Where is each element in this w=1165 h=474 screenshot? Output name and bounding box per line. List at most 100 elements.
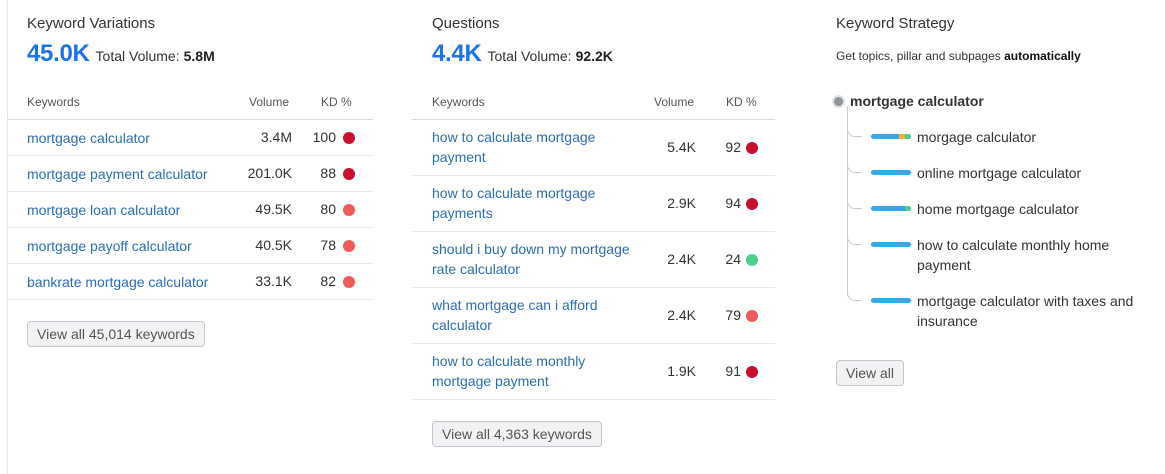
volume-value: 2.9K: [667, 195, 696, 211]
table-row: mortgage loan calculator 49.5K 80: [7, 192, 373, 228]
volume-value: 2.4K: [667, 307, 696, 323]
view-all-keywords-button[interactable]: View all 45,014 keywords: [27, 321, 205, 347]
volume-value: 2.4K: [667, 251, 696, 267]
strategy-subtitle: Get topics, pillar and subpages automati…: [836, 49, 1081, 63]
keyword-link[interactable]: should i buy down my mortgage rate calcu…: [432, 239, 632, 279]
table-row: mortgage payment calculator 201.0K 88: [7, 156, 373, 192]
kd-difficulty-dot: [343, 204, 355, 216]
panel-title: Keyword Variations: [27, 15, 156, 32]
kd-value: 91: [725, 363, 741, 379]
kd-difficulty-dot: [746, 366, 758, 378]
table-row: what mortgage can i afford calculator 2.4…: [412, 288, 775, 344]
total-volume-value: 5.8M: [183, 48, 215, 64]
total-volume-label: Total Volume:: [487, 48, 572, 64]
table-row: mortgage payoff calculator 40.5K 78: [7, 228, 373, 264]
subpage-item[interactable]: morgage calculator: [871, 127, 1157, 147]
subpage-label: how to calculate monthly home payment: [917, 237, 1110, 273]
subtitle-bold: automatically: [1004, 49, 1081, 63]
volume-summary: 45.0K Total Volume: 5.8M: [27, 40, 215, 68]
volume-value: 3.4M: [260, 129, 292, 145]
kd-difficulty-dot: [746, 198, 758, 210]
intent-bar: [871, 242, 911, 247]
total-volume-value: 92.2K: [575, 48, 613, 64]
keyword-count[interactable]: 45.0K: [27, 40, 90, 68]
volume-value: 49.5K: [255, 201, 292, 217]
intent-bar: [871, 170, 911, 175]
tree-branch: [847, 124, 862, 137]
kd-value: 78: [320, 237, 336, 253]
panel-title: Keyword Strategy: [836, 15, 955, 32]
kd-value: 82: [320, 273, 336, 289]
kd-difficulty-dot: [746, 310, 758, 322]
kd-value: 79: [725, 307, 741, 323]
volume-value: 40.5K: [255, 237, 292, 253]
tree-branch: [847, 232, 862, 245]
kd-value: 94: [725, 195, 741, 211]
subpage-label: mortgage calculator with taxes and insur…: [917, 293, 1134, 329]
intent-bar: [871, 298, 911, 303]
subpage-label: morgage calculator: [917, 129, 1037, 145]
table-header: Keywords Volume KD %: [432, 95, 775, 111]
keyword-link[interactable]: mortgage loan calculator: [27, 200, 237, 220]
keyword-link[interactable]: how to calculate mortgage payments: [432, 183, 632, 223]
subpage-label: home mortgage calculator: [917, 201, 1079, 217]
table-row: how to calculate monthly mortgage paymen…: [412, 344, 775, 400]
column-kd: KD %: [321, 95, 352, 109]
kd-value: 80: [320, 201, 336, 217]
volume-value: 5.4K: [667, 139, 696, 155]
volume-value: 1.9K: [667, 363, 696, 379]
keyword-link[interactable]: what mortgage can i afford calculator: [432, 295, 632, 335]
column-keywords: Keywords: [432, 95, 485, 109]
kd-value: 92: [725, 139, 741, 155]
keyword-link[interactable]: how to calculate monthly mortgage paymen…: [432, 351, 632, 391]
kd-value: 100: [312, 129, 336, 145]
view-all-questions-button[interactable]: View all 4,363 keywords: [432, 421, 602, 447]
subpage-item[interactable]: online mortgage calculator: [871, 163, 1157, 183]
kd-value: 24: [725, 251, 741, 267]
intent-segment: [905, 134, 911, 139]
question-count[interactable]: 4.4K: [432, 40, 482, 68]
subtitle-text: Get topics, pillar and subpages: [836, 49, 1005, 63]
pillar-topic[interactable]: mortgage calculator: [834, 93, 984, 109]
tree-branch: [847, 160, 862, 173]
table-header: Keywords Volume KD %: [27, 95, 373, 111]
subpage-item[interactable]: home mortgage calculator: [871, 199, 1157, 219]
table-row: mortgage calculator 3.4M 100: [7, 120, 373, 156]
volume-summary: 4.4K Total Volume: 92.2K: [432, 40, 613, 68]
table-row: should i buy down my mortgage rate calcu…: [412, 232, 775, 288]
subpage-item[interactable]: how to calculate monthly home payment: [871, 235, 1157, 275]
keyword-link[interactable]: mortgage payoff calculator: [27, 236, 237, 256]
pillar-node-icon: [834, 96, 843, 106]
tree-branch: [847, 288, 862, 301]
tree-branch: [847, 196, 862, 209]
total-volume-label: Total Volume:: [95, 48, 180, 64]
kd-difficulty-dot: [343, 276, 355, 288]
kd-difficulty-dot: [343, 132, 355, 144]
keyword-link[interactable]: bankrate mortgage calculator: [27, 272, 237, 292]
column-kd: KD %: [726, 95, 757, 109]
table-row: how to calculate mortgage payment 5.4K 92: [412, 120, 775, 176]
keyword-link[interactable]: mortgage calculator: [27, 128, 237, 148]
keyword-link[interactable]: mortgage payment calculator: [27, 164, 237, 184]
column-volume: Volume: [654, 95, 695, 109]
kd-difficulty-dot: [746, 254, 758, 266]
volume-value: 201.0K: [247, 165, 292, 181]
intent-segment: [905, 206, 911, 211]
intent-bar: [871, 134, 911, 139]
subpage-item[interactable]: mortgage calculator with taxes and insur…: [871, 291, 1157, 331]
kd-value: 88: [320, 165, 336, 181]
keyword-link[interactable]: how to calculate mortgage payment: [432, 127, 632, 167]
volume-value: 33.1K: [255, 273, 292, 289]
view-all-strategy-button[interactable]: View all: [836, 360, 904, 386]
kd-difficulty-dot: [343, 168, 355, 180]
intent-bar: [871, 206, 911, 211]
panel-title: Questions: [432, 15, 500, 32]
table-row: bankrate mortgage calculator 33.1K 82: [7, 264, 373, 300]
pillar-topic-label: mortgage calculator: [850, 93, 984, 109]
kd-difficulty-dot: [746, 142, 758, 154]
column-volume: Volume: [249, 95, 290, 109]
column-keywords: Keywords: [27, 95, 80, 109]
kd-difficulty-dot: [343, 240, 355, 252]
table-row: how to calculate mortgage payments 2.9K 94: [412, 176, 775, 232]
subpage-label: online mortgage calculator: [917, 165, 1082, 181]
